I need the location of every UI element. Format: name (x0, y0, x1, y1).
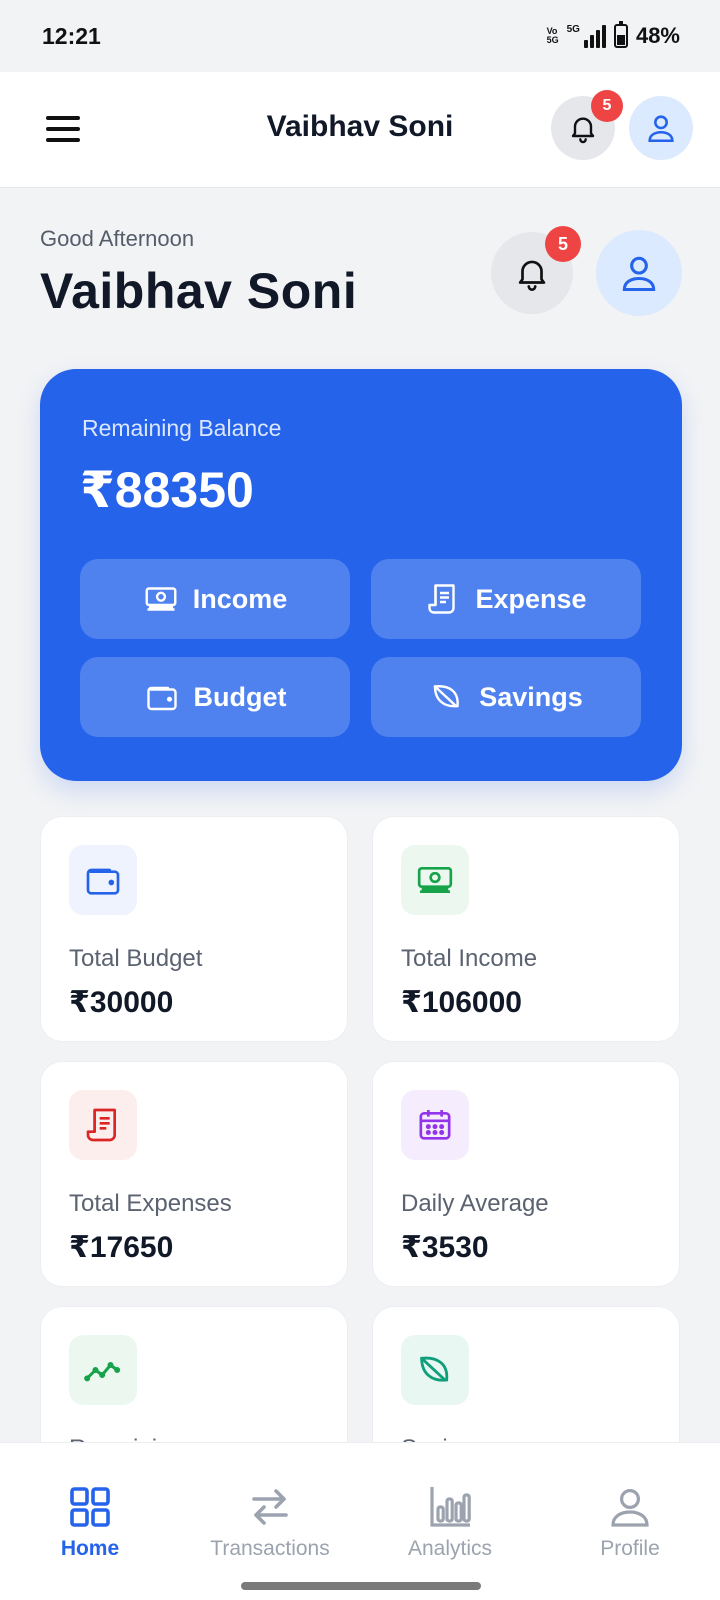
calendar-icon (419, 1110, 451, 1140)
bell-icon (571, 117, 595, 144)
cash-icon (417, 867, 453, 893)
bar-chart-icon (430, 1487, 471, 1527)
receipt-icon (86, 1108, 116, 1142)
stat-icon-bg (401, 1335, 469, 1405)
stat-label: Total Budget (69, 945, 203, 972)
nav-label: Transactions (210, 1537, 330, 1560)
nav-item-transactions[interactable]: Transactions (180, 1483, 360, 1561)
stat-card-total-expenses[interactable]: Total Expenses ₹17650 (40, 1061, 348, 1287)
income-button[interactable]: Income (80, 559, 350, 639)
nav-item-analytics[interactable]: Analytics (360, 1483, 540, 1561)
receipt-icon (428, 584, 456, 614)
stat-label: Total Income (401, 945, 538, 972)
budget-button[interactable]: Budget (80, 657, 350, 737)
stat-value: ₹17650 (69, 1231, 174, 1264)
leaf-icon (420, 1356, 449, 1382)
stat-icon-bg (401, 1090, 469, 1160)
budget-label: Budget (193, 681, 287, 712)
stat-icon-bg (401, 845, 469, 915)
leaf-icon (434, 685, 459, 708)
stat-value: ₹3530 (401, 1231, 489, 1264)
nav-label: Analytics (407, 1537, 493, 1560)
grid-icon (70, 1487, 110, 1527)
user-icon (648, 115, 674, 143)
stat-label: Total Expenses (69, 1190, 232, 1217)
stat-icon-bg (69, 1335, 137, 1405)
home-indicator[interactable] (241, 1582, 481, 1590)
stat-icon-bg (69, 1090, 137, 1160)
nav-item-home[interactable]: Home (0, 1483, 180, 1561)
volte-label-bottom: 5G (546, 35, 559, 45)
balance-card: Remaining Balance ₹88350 Income Expense … (40, 369, 682, 781)
bell-icon (518, 260, 546, 291)
stat-label: Daily Average (401, 1190, 549, 1217)
cash-icon (145, 587, 177, 611)
stat-card-total-budget[interactable]: Total Budget ₹30000 (40, 816, 348, 1042)
battery-percent: 48% (635, 23, 680, 48)
stat-card-total-income[interactable]: Total Income ₹106000 (372, 816, 680, 1042)
bottom-nav: Home Transactions Analytics Profile (0, 1442, 720, 1600)
trend-icon (84, 1362, 121, 1382)
notification-badge: 5 (591, 90, 623, 122)
wallet-icon (86, 868, 120, 895)
balance-value: ₹88350 (80, 462, 254, 518)
greeting-text: Good Afternoon (40, 226, 195, 251)
status-icons: Vo 5G 5G 48% (547, 21, 680, 49)
wallet-icon (146, 686, 177, 711)
network-label: 5G (566, 24, 580, 35)
stat-card-daily-average[interactable]: Daily Average ₹3530 (372, 1061, 680, 1287)
status-bar: 12:21 Vo 5G 5G 48% (0, 0, 720, 72)
balance-label: Remaining Balance (82, 415, 282, 441)
greeting-notification-badge: 5 (545, 226, 581, 262)
nav-item-profile[interactable]: Profile (540, 1483, 720, 1561)
person-icon (611, 1489, 649, 1527)
expense-button[interactable]: Expense (371, 559, 641, 639)
savings-label: Savings (479, 681, 583, 712)
volte-icon: Vo 5G (547, 27, 559, 45)
profile-button[interactable] (629, 96, 693, 160)
nav-label: Home (60, 1537, 120, 1560)
expense-label: Expense (475, 583, 587, 614)
signal-icon: 5G (567, 24, 606, 48)
greeting-profile-button[interactable] (596, 230, 682, 316)
battery-icon (613, 21, 628, 48)
user-name: Vaibhav Soni (40, 263, 358, 319)
stat-value: ₹30000 (69, 986, 174, 1019)
stat-icon-bg (69, 845, 137, 915)
user-icon (622, 256, 656, 292)
swap-icon (252, 1489, 288, 1525)
status-time: 12:21 (42, 22, 101, 49)
nav-label: Profile (600, 1537, 660, 1560)
stat-value: ₹106000 (401, 986, 522, 1019)
savings-button[interactable]: Savings (371, 657, 641, 737)
income-label: Income (192, 583, 288, 614)
app-header: Vaibhav Soni 5 (0, 72, 720, 188)
